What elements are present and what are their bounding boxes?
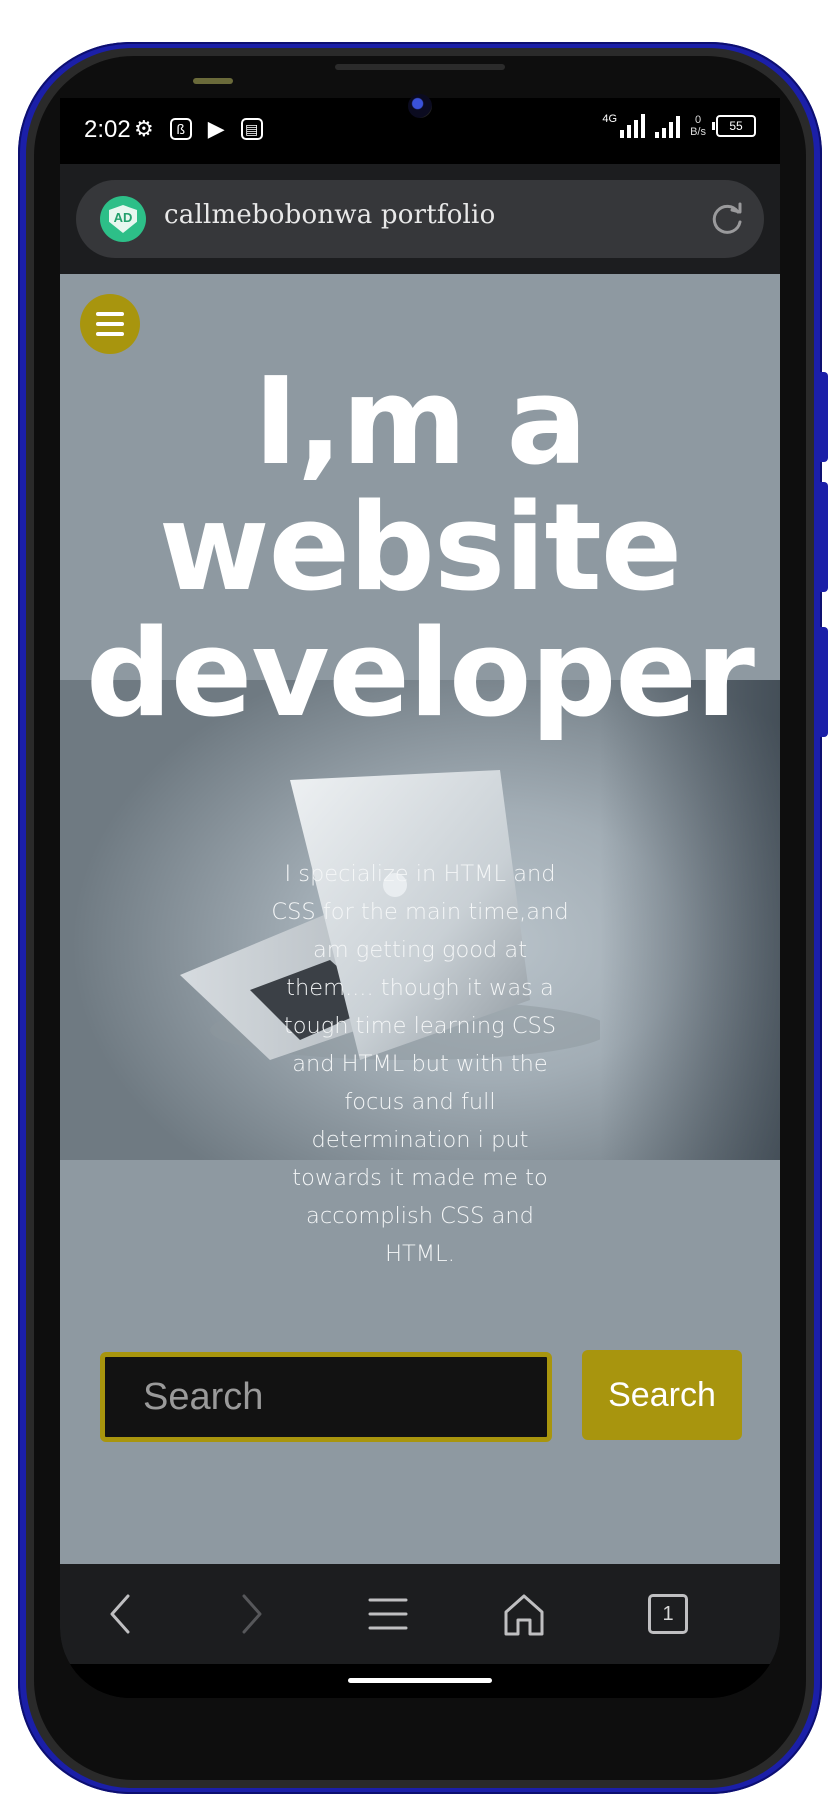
gesture-area <box>60 1664 780 1698</box>
menu-button[interactable] <box>80 294 140 354</box>
network-type-label: 4G <box>602 113 618 125</box>
headline-line-3: developer <box>86 605 755 744</box>
back-arrow-icon[interactable] <box>98 1590 146 1638</box>
b-app-icon: ß <box>169 118 192 140</box>
reload-icon[interactable] <box>708 200 746 238</box>
tab-counter-icon: 1 <box>648 1594 688 1634</box>
headline-line-2: website <box>158 479 682 618</box>
cellular-signal-2-icon <box>655 114 681 138</box>
network-speed-unit: B/s <box>690 126 706 138</box>
system-indicators: 4G 0 B/s 55 <box>602 114 756 138</box>
notification-icons: ⚙ ß ▶ ▤ <box>134 116 263 142</box>
address-bar[interactable]: AD callmebobonwa portfolio <box>76 180 764 258</box>
battery-level: 55 <box>729 119 743 133</box>
earpiece-speaker <box>335 64 505 70</box>
volume-down-button <box>820 482 828 592</box>
front-camera <box>408 94 432 118</box>
network-speed: 0 B/s <box>690 114 706 138</box>
power-button <box>820 627 828 737</box>
volume-up-button <box>820 372 828 462</box>
web-page: I,m a website developer I specialize in … <box>60 274 780 1564</box>
network-speed-value: 0 <box>694 114 702 126</box>
phone-screen: 2:02 ⚙ ß ▶ ▤ 4G 0 B/s 55 AD callmebobonw… <box>60 98 780 1698</box>
proximity-sensor <box>193 78 233 84</box>
ad-block-badge: AD <box>109 205 137 233</box>
page-title[interactable]: callmebobonwa portfolio <box>164 200 495 230</box>
menu-lines-icon[interactable] <box>364 1590 412 1638</box>
battery-icon: 55 <box>712 115 756 137</box>
browser-toolbar: AD callmebobonwa portfolio <box>60 164 780 274</box>
search-input[interactable] <box>100 1352 552 1442</box>
intro-paragraph: I specialize in HTML and CSS for the mai… <box>271 860 569 1267</box>
hero-headline: I,m a website developer <box>60 360 780 738</box>
browser-bottom-bar: 1 <box>60 1564 780 1664</box>
forward-arrow-icon[interactable] <box>226 1590 274 1638</box>
home-icon[interactable] <box>500 1590 548 1638</box>
status-time: 2:02 <box>84 116 131 143</box>
tab-count: 1 <box>662 1603 674 1625</box>
home-gesture-bar[interactable] <box>348 1678 492 1683</box>
headline-line-1: I,m a <box>253 353 587 492</box>
settings-gear-icon: ⚙ <box>134 116 154 141</box>
tabs-button[interactable]: 1 <box>644 1590 692 1638</box>
ad-block-shield-icon[interactable]: AD <box>100 196 146 242</box>
search-button[interactable]: Search <box>582 1350 742 1440</box>
cellular-signal-4g-icon: 4G <box>602 113 646 138</box>
play-store-icon: ▶ <box>207 116 225 141</box>
newspaper-app-icon: ▤ <box>240 118 263 140</box>
